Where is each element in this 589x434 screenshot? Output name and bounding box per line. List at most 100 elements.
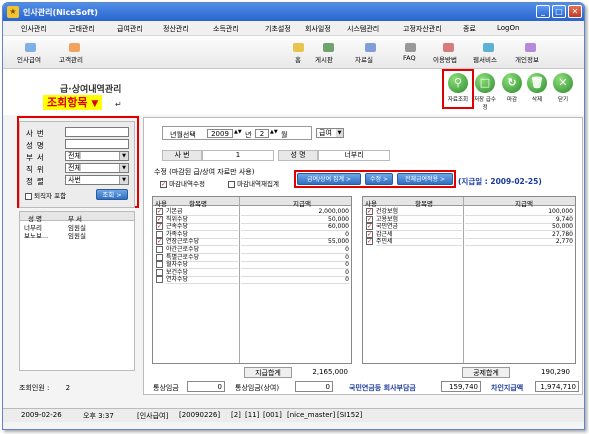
- tool-board[interactable]: 게시판: [315, 54, 333, 64]
- normal-wage-value: 0: [187, 381, 225, 392]
- search-icon: ⚲: [448, 73, 468, 93]
- emp-no-label: 사번: [26, 129, 48, 138]
- customer-icon: [69, 43, 80, 52]
- earnings-item-amount[interactable]: 0: [241, 276, 349, 285]
- name-label: 성명: [26, 141, 48, 150]
- close-sum-option[interactable]: 마감내역재집계: [228, 178, 279, 188]
- deductions-row[interactable]: ✓ 주민세 2,770: [363, 238, 575, 247]
- earnings-use-checkbox[interactable]: ✓: [156, 215, 163, 223]
- status-user: [nice_master]: [287, 411, 336, 419]
- earnings-use-checkbox[interactable]: [156, 253, 163, 261]
- normal-wage-bonus-label: 통상임금(상여): [235, 384, 280, 392]
- deductions-row[interactable]: ✓ 고용보험 9,740: [363, 215, 575, 224]
- tool-home[interactable]: 홈: [295, 54, 301, 64]
- earnings-row[interactable]: ✓ 근속수당 60,000: [153, 223, 351, 232]
- earnings-use-checkbox[interactable]: [156, 246, 163, 253]
- tool-webservice[interactable]: 웹서비스: [473, 54, 497, 64]
- menu-attendance[interactable]: 근태관리: [69, 24, 95, 34]
- sort-select[interactable]: 사번 ▼: [65, 175, 129, 185]
- earnings-use-checkbox[interactable]: ✓: [156, 238, 163, 246]
- deductions-use-checkbox[interactable]: ✓: [366, 215, 373, 223]
- employee-dept: 임원실: [68, 232, 86, 240]
- menu-basic-settings[interactable]: 기초설정: [265, 24, 291, 34]
- delete-button[interactable]: 🗑 삭제: [525, 69, 549, 105]
- earnings-use-checkbox[interactable]: ✓: [156, 208, 163, 215]
- deductions-use-checkbox[interactable]: ✓: [366, 230, 373, 238]
- deductions-use-checkbox[interactable]: ✓: [366, 238, 373, 246]
- tool-payroll[interactable]: 인사급여: [17, 54, 41, 64]
- earnings-use-checkbox[interactable]: [156, 268, 163, 276]
- recalc-button[interactable]: 급여/상여 집계 >: [297, 173, 361, 185]
- earnings-row[interactable]: 야간근로수당 0: [153, 246, 351, 254]
- tool-howto[interactable]: 이용방법: [433, 54, 457, 64]
- menu-system[interactable]: 시스템관리: [347, 24, 379, 34]
- filter-query-button[interactable]: 조회 >: [96, 189, 128, 200]
- earnings-row[interactable]: 가족수당 0: [153, 230, 351, 239]
- earnings-item-name: 연차수당: [166, 276, 238, 285]
- deductions-item-amount[interactable]: 2,770: [465, 238, 573, 247]
- tool-customer[interactable]: 고객관리: [59, 54, 83, 64]
- dept-select[interactable]: 전체 ▼: [65, 151, 129, 161]
- chevron-down-icon: ▼: [336, 129, 343, 137]
- close-window-button[interactable]: ✕: [568, 5, 582, 18]
- menu-fixed-assets[interactable]: 고정자산관리: [403, 24, 442, 34]
- month-spinner-icon[interactable]: ▲▼: [270, 129, 278, 135]
- menu-schedule[interactable]: 회사일정: [305, 24, 331, 34]
- tool-faq[interactable]: FAQ: [403, 54, 416, 62]
- position-select[interactable]: 전체 ▼: [65, 163, 129, 173]
- earnings-use-checkbox[interactable]: ✓: [156, 223, 163, 231]
- employee-row[interactable]: 보노보... 임원실: [20, 230, 134, 240]
- deductions-row[interactable]: ✓ 국민연금 50,000: [363, 223, 575, 232]
- employee-row[interactable]: 너부리 임원실: [20, 222, 134, 232]
- deductions-use-checkbox[interactable]: ✓: [366, 208, 373, 215]
- retired-checkbox[interactable]: [25, 192, 32, 200]
- deductions-use-checkbox[interactable]: ✓: [366, 223, 373, 231]
- close-month-button[interactable]: ↻ 마감: [500, 69, 524, 105]
- save-button[interactable]: □ 저장 급수정: [473, 69, 497, 111]
- edit-button[interactable]: 수정 >: [365, 173, 393, 185]
- close-edit-checkbox[interactable]: ✓: [160, 180, 167, 188]
- user-icon: [525, 43, 536, 52]
- menu-settlement[interactable]: 정산관리: [163, 24, 189, 34]
- earnings-row[interactable]: ✓ 연장근로수당 55,000: [153, 238, 351, 247]
- deductions-item-name: 주민세: [376, 238, 462, 247]
- normal-wage-bonus-value: 0: [295, 381, 333, 392]
- month-input[interactable]: 2: [255, 129, 269, 138]
- deductions-row[interactable]: ✓ 건강보험 100,000: [363, 208, 575, 216]
- menu-payroll[interactable]: 급여관리: [117, 24, 143, 34]
- filter-panel: 사번 성명 부서 전체 ▼ 직위 전체 ▼ 정렬 사번 ▼ 퇴직자 포함 조회 …: [19, 121, 135, 208]
- earnings-row[interactable]: 연차수당 0: [153, 276, 351, 285]
- close-edit-option[interactable]: ✓ 마감내역수정: [160, 178, 205, 188]
- employee-list-header: 성 명 부 서: [20, 212, 134, 223]
- earnings-use-checkbox[interactable]: [156, 276, 163, 284]
- earnings-row[interactable]: 특별근로수당 0: [153, 253, 351, 262]
- exit-button[interactable]: ✕ 닫기: [551, 69, 575, 105]
- maximize-button[interactable]: □: [552, 5, 566, 18]
- menu-logon[interactable]: LogOn: [497, 24, 519, 32]
- close-month-label: 마감: [506, 97, 518, 103]
- year-input[interactable]: 2009: [207, 129, 233, 138]
- close-sum-checkbox[interactable]: [228, 180, 235, 188]
- name-input[interactable]: [65, 139, 129, 149]
- deductions-total-label: 공제합계: [462, 367, 510, 378]
- status-date: 2009-02-26: [21, 411, 62, 419]
- query-button[interactable]: ⚲ 자료조회: [446, 69, 470, 105]
- year-spinner-icon[interactable]: ▲▼: [234, 129, 242, 135]
- earnings-use-checkbox[interactable]: [156, 261, 163, 269]
- tool-profile[interactable]: 개인정보: [515, 54, 539, 64]
- minimize-button[interactable]: _: [536, 5, 550, 18]
- earnings-row[interactable]: 월차수당 0: [153, 261, 351, 270]
- retired-option[interactable]: 퇴직자 포함: [25, 190, 66, 200]
- menu-exit[interactable]: 종료: [463, 24, 476, 34]
- pay-type-select[interactable]: 급여 ▼: [316, 128, 344, 138]
- tool-archive[interactable]: 자료실: [355, 54, 373, 64]
- earnings-row[interactable]: 보건수당 0: [153, 268, 351, 277]
- menu-hr[interactable]: 인사관리: [21, 24, 47, 34]
- earnings-row[interactable]: ✓ 기본급 2,000,000: [153, 208, 351, 216]
- menu-income[interactable]: 소득관리: [213, 24, 239, 34]
- deductions-row[interactable]: ✓ 갑근세 27,780: [363, 230, 575, 239]
- apply-all-button[interactable]: 전체급여적용 >: [397, 173, 453, 185]
- emp-no-input[interactable]: [65, 127, 129, 137]
- earnings-use-checkbox[interactable]: [156, 230, 163, 238]
- earnings-row[interactable]: ✓ 직위수당 50,000: [153, 215, 351, 224]
